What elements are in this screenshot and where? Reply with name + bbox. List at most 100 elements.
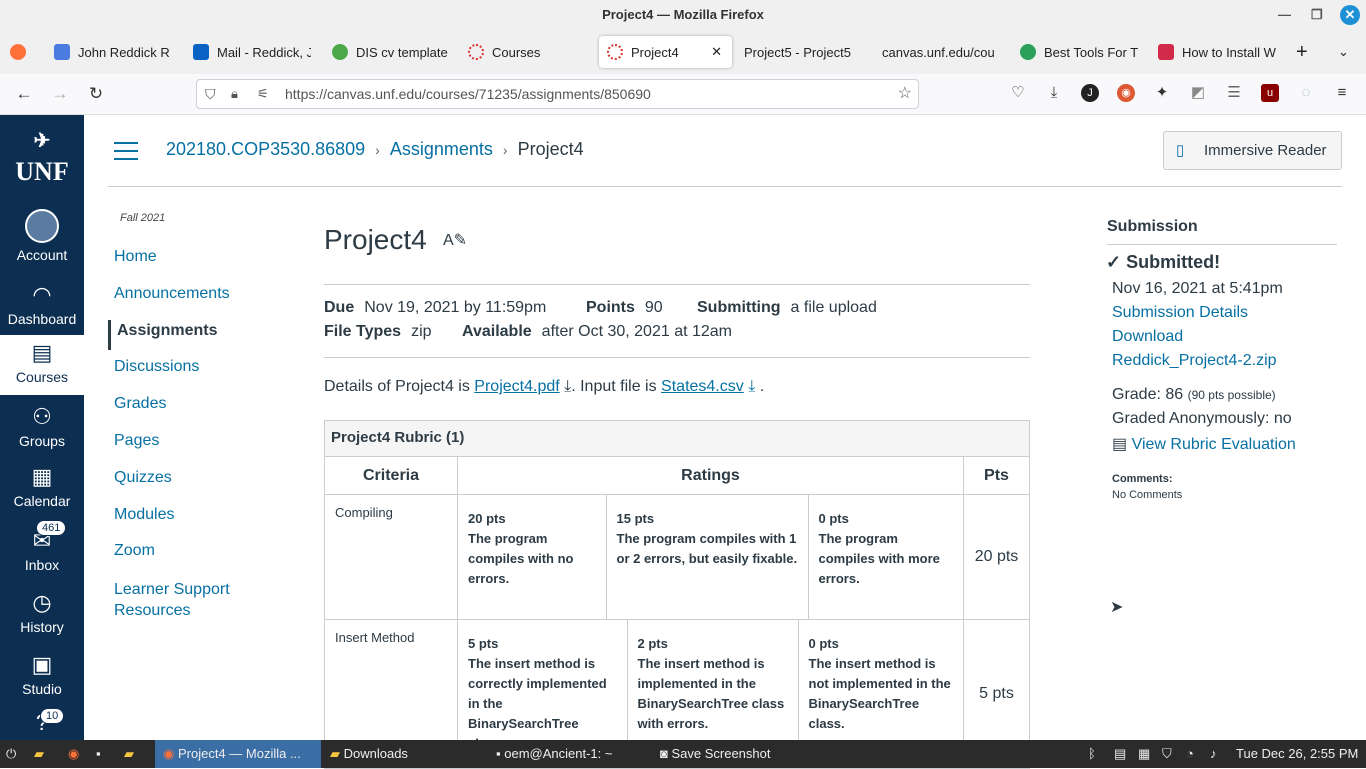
course-nav-announcements[interactable]: Announcements [114, 285, 230, 303]
reload-icon[interactable]: ↻ [84, 82, 108, 106]
site-icon [1020, 44, 1036, 60]
nav-calendar[interactable]: ▦ Calendar [0, 465, 84, 510]
submission-date: Nov 16, 2021 at 5:41pm [1112, 280, 1283, 297]
states4-csv-link[interactable]: States4.csv [661, 378, 744, 395]
submitting: Submitting a file upload [697, 299, 877, 316]
bookmark-star-icon[interactable]: ☆ [898, 80, 912, 108]
nav-bar: ← → ↻ ⛉ 🔒︎ ⚟ https://canvas.unf.edu/cour… [0, 74, 1366, 115]
extension-feather-icon[interactable]: ◩ [1189, 84, 1207, 102]
nav-dashboard[interactable]: ◠ Dashboard [0, 283, 84, 328]
extension-j-icon[interactable]: J [1081, 84, 1099, 102]
forward-icon[interactable]: → [48, 82, 72, 106]
keyboard-icon[interactable]: ▦ [1138, 740, 1150, 768]
volume-icon[interactable]: ♪ [1210, 740, 1217, 768]
close-tab-icon[interactable]: ✕ [711, 44, 722, 60]
nav-studio[interactable]: ▣ Studio [0, 653, 84, 698]
menu-icon[interactable]: ≡ [1333, 84, 1351, 102]
breadcrumb-course[interactable]: 202180.COP3530.86809 [166, 139, 365, 160]
permissions-icon[interactable]: ⚟ [257, 80, 269, 108]
clock[interactable]: Tue Dec 26, 2:55 PM [1236, 740, 1358, 768]
list-tabs-icon[interactable]: ⌄ [1338, 36, 1354, 68]
submission-details-link[interactable]: Submission Details [1112, 304, 1248, 322]
download-icon[interactable]: ⤓ [748, 378, 755, 395]
minimize-icon[interactable]: — [1278, 0, 1291, 30]
tab-john-reddick[interactable]: John Reddick R [54, 36, 174, 68]
submission-heading: Submission [1107, 218, 1337, 245]
course-nav-discussions[interactable]: Discussions [114, 358, 199, 376]
breadcrumb: 202180.COP3530.86809 › Assignments › Pro… [166, 139, 584, 160]
docs-icon [54, 44, 70, 60]
taskbar-firefox[interactable]: ◉ Project4 — Mozilla ... [155, 740, 321, 768]
terminal-launcher-icon[interactable]: ▪ [96, 740, 101, 768]
url-bar[interactable]: ⛉ 🔒︎ ⚟ https://canvas.unf.edu/courses/71… [196, 79, 919, 109]
nav-history[interactable]: ◷ History [0, 590, 84, 636]
window-title: Project4 — Mozilla Firefox [602, 7, 764, 22]
page-title: Project4 [324, 224, 427, 255]
course-nav-pages[interactable]: Pages [114, 432, 159, 450]
ublock-icon[interactable]: u [1261, 84, 1279, 102]
submission-file-link[interactable]: Reddick_Project4-2.zip [1112, 352, 1277, 370]
back-icon[interactable]: ← [12, 82, 36, 106]
taskbar-save-screenshot[interactable]: ◙ Save Screenshot [660, 740, 770, 768]
mouse-cursor-icon: ➤ [1110, 599, 1124, 616]
new-tab-icon[interactable]: + [1296, 36, 1316, 68]
course-nav-assignments[interactable]: Assignments [108, 320, 217, 350]
rating-cell: 20 pts The program compiles with no error… [458, 495, 607, 619]
tab-bar: John Reddick R Mail - Reddick, J DIS cv … [0, 30, 1366, 74]
nav-account[interactable]: Account [0, 209, 84, 263]
rating-cell: 0 pts The program compiles with more erro… [818, 511, 940, 586]
folder-icon: ▰ [330, 746, 344, 761]
rating-cell: 15 pts The program compiles with 1 or 2 e… [606, 495, 809, 619]
tab-project4[interactable]: Project4 ✕ [599, 36, 732, 68]
history-icon: ◷ [32, 590, 52, 615]
course-menu-toggle[interactable] [114, 142, 138, 160]
firefox-icon: ◉ [163, 746, 178, 761]
breadcrumb-assignments[interactable]: Assignments [390, 139, 493, 160]
firefox-menu-icon[interactable] [10, 36, 32, 68]
project4-pdf-link[interactable]: Project4.pdf [474, 378, 559, 395]
tab-dis-cv[interactable]: DIS cv template [332, 36, 448, 68]
wifi-icon[interactable]: ◔ [1186, 740, 1194, 768]
tab-courses[interactable]: Courses [468, 36, 578, 68]
close-window-icon[interactable]: ✕ [1340, 5, 1360, 25]
downloads-icon[interactable]: ⤓ [1045, 84, 1063, 102]
lock-icon[interactable]: 🔒︎ [231, 80, 238, 108]
tab-how-to-install[interactable]: How to Install W [1158, 36, 1276, 68]
pocket-icon[interactable]: ♡ [1009, 84, 1027, 102]
term-label: Fall 2021 [120, 212, 166, 224]
view-rubric-link[interactable]: ▤ View Rubric Evaluation [1112, 434, 1296, 454]
course-nav-learner-support[interactable]: Learner Support Resources [114, 579, 230, 621]
shield-tray-icon[interactable]: ⛉ [1162, 740, 1172, 768]
unf-logo[interactable]: ✈ UNF [0, 129, 84, 187]
taskbar-terminal[interactable]: ▪ oem@Ancient-1: ~ [496, 740, 612, 768]
course-nav-quizzes[interactable]: Quizzes [114, 469, 172, 487]
nav-courses[interactable]: ▤ Courses [0, 335, 84, 395]
course-nav-modules[interactable]: Modules [114, 506, 174, 524]
shield-icon[interactable]: ⛉ [205, 80, 216, 108]
taskbar: ⏻ ▰ ◉ ▪ ▰ ◉ Project4 — Mozilla ... ▰ Dow… [0, 740, 1366, 768]
maximize-icon[interactable]: ❐ [1311, 0, 1323, 30]
tab-project5[interactable]: Project5 - Project5 [744, 36, 860, 68]
extension-stack-icon[interactable]: ☰ [1225, 84, 1243, 102]
tab-mail[interactable]: Mail - Reddick, J [193, 36, 311, 68]
tab-best-tools[interactable]: Best Tools For T [1020, 36, 1138, 68]
taskbar-downloads[interactable]: ▰ Downloads [330, 740, 408, 768]
due-date: Due Nov 19, 2021 by 11:59pm [324, 299, 547, 316]
firefox-launcher-icon[interactable]: ◉ [68, 740, 79, 768]
download-link[interactable]: Download [1112, 328, 1183, 346]
nav-groups[interactable]: ⚇ Groups [0, 405, 84, 450]
extension-icon[interactable]: ✦ [1153, 84, 1171, 102]
course-nav-home[interactable]: Home [114, 248, 157, 266]
immersive-reader-button[interactable]: ▯ Immersive Reader [1163, 131, 1342, 170]
bluetooth-icon[interactable]: ᛒ [1088, 740, 1096, 768]
tab-canvas-unf[interactable]: canvas.unf.edu/cou [882, 36, 1000, 68]
duckduckgo-icon[interactable]: ◉ [1117, 84, 1135, 102]
system-menu-icon[interactable]: ⏻ [6, 740, 16, 768]
files-icon[interactable]: ▰ [34, 740, 44, 768]
course-nav-grades[interactable]: Grades [114, 395, 166, 413]
course-nav-zoom[interactable]: Zoom [114, 542, 155, 560]
submitted-status: ✓ Submitted! [1106, 252, 1221, 272]
clipboard-icon[interactable]: ▤ [1114, 740, 1126, 768]
accessibility-icon[interactable]: A✎ [443, 230, 467, 250]
folder-launcher-icon[interactable]: ▰ [124, 740, 134, 768]
